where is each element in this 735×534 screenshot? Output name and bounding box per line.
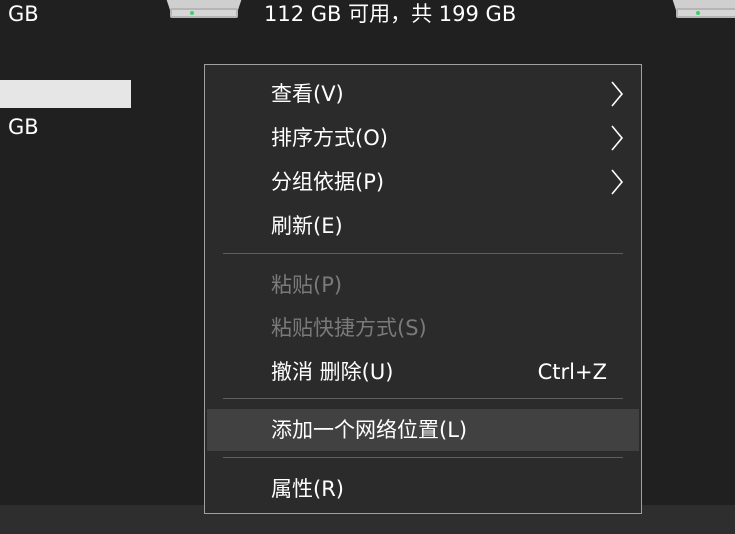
menu-separator <box>223 457 623 458</box>
drive-size-text-top-left: GB <box>8 2 39 26</box>
menu-item-label: 排序方式(O) <box>271 125 388 150</box>
chevron-right-icon <box>611 125 624 151</box>
menu-item-refresh[interactable]: 刷新(E) <box>207 206 639 246</box>
menu-item-undo-delete[interactable]: 撤消 删除(U) Ctrl+Z <box>207 352 639 392</box>
menu-item-shortcut: Ctrl+Z <box>537 359 607 384</box>
menu-item-group-by[interactable]: 分组依据(P) <box>207 162 639 202</box>
menu-item-label: 分组依据(P) <box>271 169 385 194</box>
menu-item-label: 粘贴(P) <box>271 272 343 297</box>
menu-item-label: 撤消 删除(U) <box>271 359 394 384</box>
menu-item-label: 查看(V) <box>271 81 344 106</box>
menu-item-add-network-location[interactable]: 添加一个网络位置(L) <box>207 409 639 451</box>
drive-size-text-second: GB <box>8 115 39 139</box>
drive-space-summary: 112 GB 可用，共 199 GB <box>264 2 517 26</box>
menu-item-label: 属性(R) <box>271 476 344 501</box>
chevron-right-icon <box>611 169 624 195</box>
hard-drive-icon-right[interactable] <box>668 0 735 20</box>
menu-item-paste-shortcut[interactable]: 粘贴快捷方式(S) <box>207 308 639 348</box>
drive-usage-bar <box>0 80 131 108</box>
context-menu: 查看(V) 排序方式(O) 分组依据(P) 刷新(E) 粘贴(P) 粘贴快捷方式 <box>204 64 642 514</box>
menu-separator <box>223 253 623 254</box>
menu-item-label: 刷新(E) <box>271 213 343 238</box>
menu-item-properties[interactable]: 属性(R) <box>207 469 639 509</box>
menu-item-label: 粘贴快捷方式(S) <box>271 315 427 340</box>
hard-drive-icon[interactable] <box>162 0 246 20</box>
menu-item-label: 添加一个网络位置(L) <box>271 417 468 442</box>
menu-item-paste[interactable]: 粘贴(P) <box>207 265 639 305</box>
desktop-window: GB 112 GB 可用，共 199 GB GB 查看(V) 排序方式(O) 分… <box>0 0 735 534</box>
menu-item-sort-by[interactable]: 排序方式(O) <box>207 118 639 158</box>
menu-item-view[interactable]: 查看(V) <box>207 74 639 114</box>
menu-separator <box>223 398 623 399</box>
chevron-right-icon <box>611 81 624 107</box>
